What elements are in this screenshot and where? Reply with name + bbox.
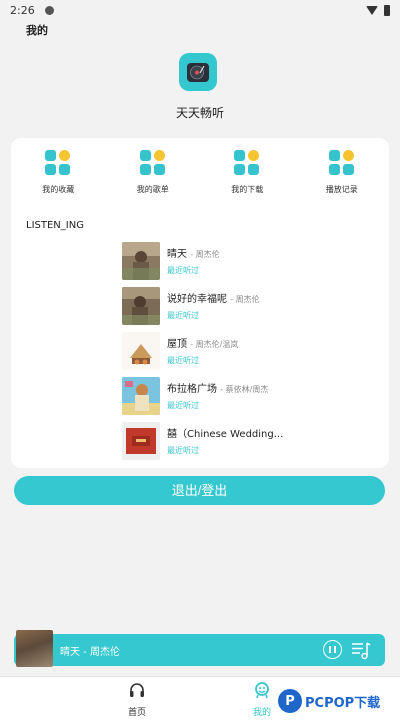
song-title: 囍（Chinese Wedding... xyxy=(167,429,284,440)
list-item[interactable]: 说好的幸福呢 - 周杰伦 最近听过 xyxy=(122,283,382,328)
quick-action-label: 我的歌单 xyxy=(136,185,169,194)
album-cover xyxy=(122,286,160,325)
playlist-icon[interactable] xyxy=(351,640,371,660)
album-cover xyxy=(122,421,160,460)
logout-button[interactable]: 退出/登出 xyxy=(14,476,385,505)
pause-button[interactable] xyxy=(323,640,342,659)
album-cover xyxy=(122,376,160,415)
mini-player[interactable]: 晴天 - 周杰伦 xyxy=(14,630,385,667)
recent-label: 最近听过 xyxy=(167,266,199,275)
song-artist: 周杰伦 xyxy=(235,295,260,304)
list-item[interactable]: 囍（Chinese Wedding... 最近听过 xyxy=(122,418,382,463)
grid-icon xyxy=(139,150,166,176)
app-name: 天天畅听 xyxy=(175,106,224,120)
profile-card: 我的收藏 我的歌单 我的下载 播放记录 LISTEN_ING 晴天 - 周杰伦 … xyxy=(11,138,389,468)
watermark-logo: P PCPOP下载 xyxy=(278,684,398,718)
headphones-icon xyxy=(130,683,144,697)
recent-label: 最近听过 xyxy=(167,311,199,320)
quick-actions: 我的收藏 我的歌单 我的下载 播放记录 xyxy=(11,150,389,200)
playlists-button[interactable]: 我的歌单 xyxy=(106,150,201,200)
list-item[interactable]: 屋顶 - 周杰伦/温岚 最近听过 xyxy=(122,328,382,373)
song-artist: 蔡依林/周杰 xyxy=(225,385,269,394)
status-time: 2:26 xyxy=(10,3,35,17)
app-logo-icon xyxy=(179,53,217,91)
now-playing-title: 晴天 - 周杰伦 xyxy=(60,647,120,658)
quick-action-label: 我的收藏 xyxy=(42,185,75,194)
grid-icon xyxy=(45,150,71,176)
history-button[interactable]: 播放记录 xyxy=(295,150,390,200)
song-artist: 周杰伦 xyxy=(195,250,220,259)
recent-label: 最近听过 xyxy=(167,446,199,455)
quick-action-label: 播放记录 xyxy=(325,185,358,194)
tab-label: 首页 xyxy=(127,708,146,718)
song-artist: 周杰伦/温岚 xyxy=(195,340,239,349)
song-title: 说好的幸福呢 xyxy=(167,294,227,305)
album-cover xyxy=(122,331,160,370)
page-title: 我的 xyxy=(26,24,48,37)
list-item[interactable]: 晴天 - 周杰伦 最近听过 xyxy=(122,238,382,283)
song-title: 布拉格广场 xyxy=(167,384,217,395)
pause-icon xyxy=(329,646,332,653)
watermark-icon: P xyxy=(278,689,302,713)
song-title: 晴天 xyxy=(167,249,187,260)
status-bar: 2:26 xyxy=(0,0,400,20)
recent-label: 最近听过 xyxy=(167,401,199,410)
grid-icon xyxy=(328,150,355,176)
user-smile-icon xyxy=(255,682,269,699)
quick-action-label: 我的下载 xyxy=(231,185,264,194)
wifi-icon xyxy=(366,5,378,15)
album-cover xyxy=(122,241,160,280)
recent-song-list: 晴天 - 周杰伦 最近听过 说好的幸福呢 - 周杰伦 最近听过 屋顶 - 周杰伦… xyxy=(122,238,382,463)
grid-icon xyxy=(234,150,260,176)
notification-dot-icon xyxy=(44,5,54,15)
now-playing-cover xyxy=(16,630,53,667)
tab-home[interactable]: 首页 xyxy=(107,681,167,718)
favorites-button[interactable]: 我的收藏 xyxy=(11,150,106,200)
battery-icon xyxy=(384,4,390,16)
recent-label: 最近听过 xyxy=(167,356,199,365)
watermark-text: PCPOP下载 xyxy=(305,695,381,711)
list-item[interactable]: 布拉格广场 - 蔡依林/周杰 最近听过 xyxy=(122,373,382,418)
song-title: 屋顶 xyxy=(167,339,187,350)
downloads-button[interactable]: 我的下载 xyxy=(200,150,295,200)
section-title: LISTEN_ING xyxy=(26,220,84,231)
